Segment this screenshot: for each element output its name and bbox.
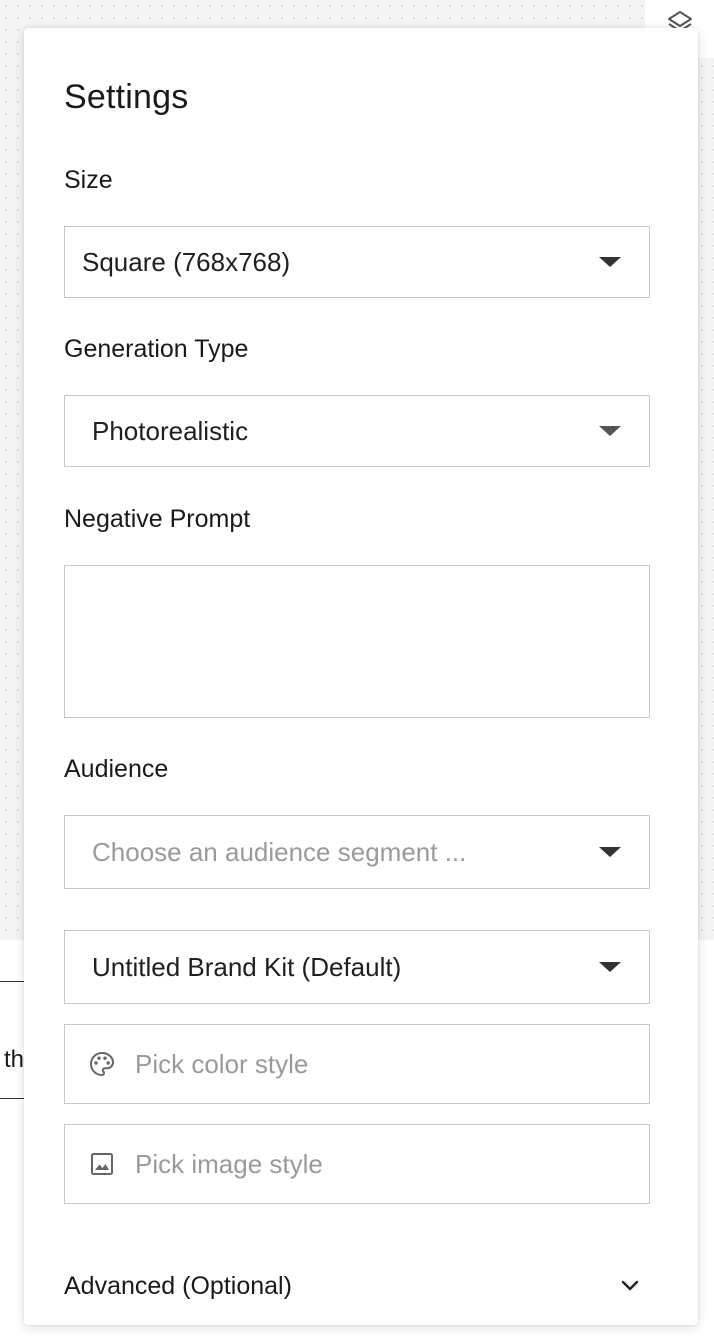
negative-prompt-label: Negative Prompt — [64, 505, 251, 533]
negative-prompt-input[interactable] — [64, 565, 650, 718]
generation-type-label: Generation Type — [64, 335, 249, 363]
panel-title: Settings — [64, 78, 189, 116]
audience-label: Audience — [64, 755, 169, 783]
caret-down-icon — [599, 257, 621, 267]
color-style-placeholder: Pick color style — [135, 1048, 309, 1079]
advanced-label: Advanced (Optional) — [64, 1271, 292, 1300]
image-style-picker[interactable]: Pick image style — [64, 1124, 650, 1204]
brand-kit-select[interactable]: Untitled Brand Kit (Default) — [64, 930, 650, 1004]
advanced-toggle[interactable]: Advanced (Optional) — [64, 1264, 650, 1308]
image-style-placeholder: Pick image style — [135, 1148, 323, 1179]
generation-type-select[interactable]: Photorealistic — [64, 395, 650, 467]
generation-type-select-value: Photorealistic — [92, 415, 249, 446]
size-select[interactable]: Square (768x768) — [64, 226, 650, 298]
image-icon — [91, 1153, 113, 1175]
audience-select[interactable]: Choose an audience segment ... — [64, 815, 650, 889]
brand-kit-select-value: Untitled Brand Kit (Default) — [92, 951, 402, 982]
background-partial-text: th — [4, 1046, 25, 1073]
caret-down-icon — [599, 962, 621, 972]
palette-icon — [89, 1051, 115, 1077]
size-select-value: Square (768x768) — [82, 246, 291, 277]
chevron-down-icon — [621, 1280, 639, 1291]
audience-select-placeholder: Choose an audience segment ... — [92, 836, 467, 867]
settings-panel: Settings Size Square (768x768) Generatio… — [24, 28, 698, 1325]
color-style-picker[interactable]: Pick color style — [64, 1024, 650, 1104]
size-label: Size — [64, 166, 113, 194]
caret-down-icon — [599, 847, 621, 857]
caret-down-icon — [599, 426, 621, 436]
